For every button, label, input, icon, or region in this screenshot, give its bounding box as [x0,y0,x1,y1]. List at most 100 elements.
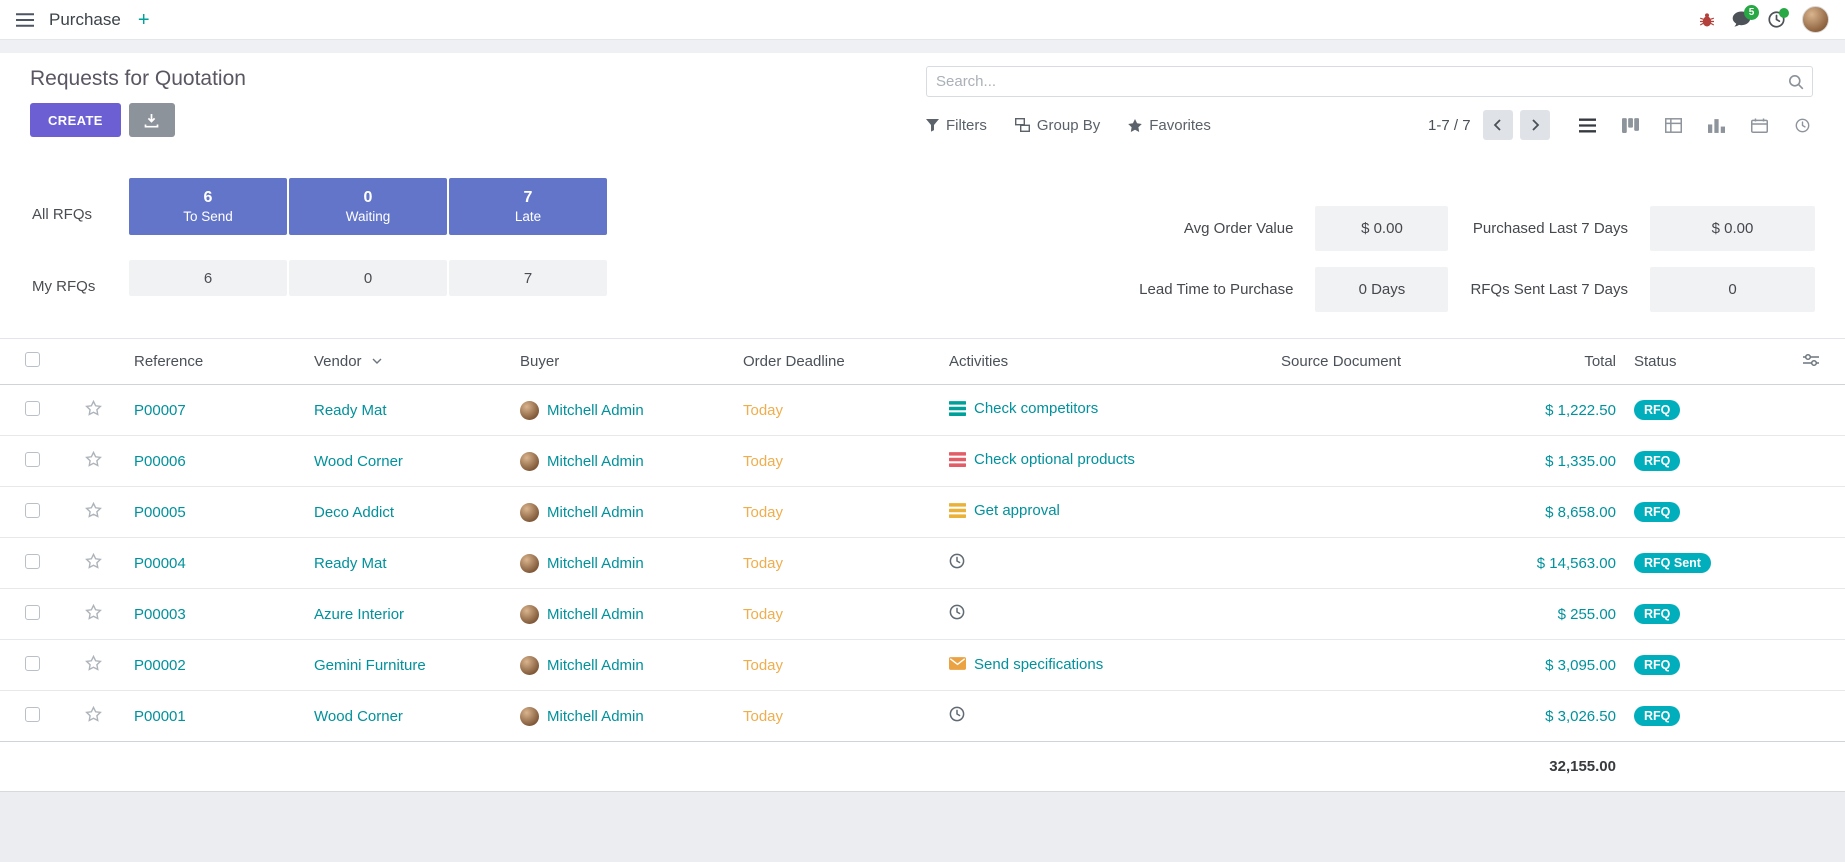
reference-link[interactable]: P00005 [134,504,186,521]
col-header-source-document[interactable]: Source Document [1269,339,1499,385]
col-header-activities[interactable]: Activities [937,339,1269,385]
to-send-card[interactable]: 6 To Send [129,178,287,235]
reference-link[interactable]: P00002 [134,657,186,674]
status-badge: RFQ [1634,400,1680,420]
row-checkbox[interactable] [25,656,40,671]
col-header-order-deadline[interactable]: Order Deadline [731,339,937,385]
buyer-link[interactable]: Mitchell Admin [547,606,644,623]
rfq-row[interactable]: P00005 Deco Addict Mitchell Admin Today … [0,487,1845,538]
col-header-buyer[interactable]: Buyer [508,339,731,385]
favorite-star-button[interactable] [85,502,102,518]
optional-columns-button[interactable] [1803,353,1819,370]
buyer-link[interactable]: Mitchell Admin [547,402,644,419]
activity-cell[interactable]: Get approval [949,502,1060,519]
favorite-star-button[interactable] [85,451,102,467]
control-panel-right: Filters Group By Favorites 1-7 / 7 [926,63,1813,140]
row-checkbox[interactable] [25,605,40,620]
col-header-total[interactable]: Total [1499,339,1622,385]
view-graph-button[interactable] [1705,114,1727,136]
pager-value: 1-7 / 7 [1428,117,1471,134]
row-checkbox[interactable] [25,401,40,416]
total-amount: $ 1,335.00 [1545,453,1616,470]
late-card[interactable]: 7 Late [449,178,607,235]
activity-label[interactable]: Send specifications [974,656,1103,673]
favorite-star-button[interactable] [85,400,102,416]
row-checkbox[interactable] [25,503,40,518]
reference-link[interactable]: P00004 [134,555,186,572]
view-activity-button[interactable] [1791,114,1813,136]
row-checkbox[interactable] [25,707,40,722]
my-waiting-count[interactable]: 0 [289,260,447,296]
row-checkbox[interactable] [25,452,40,467]
vendor-link[interactable]: Ready Mat [314,402,387,419]
activity-cell[interactable]: Check optional products [949,451,1135,468]
activity-cell[interactable]: Send specifications [949,656,1103,673]
reference-link[interactable]: P00003 [134,606,186,623]
activity-label[interactable]: Get approval [974,502,1060,519]
filters-button[interactable]: Filters [926,117,987,134]
buyer-link[interactable]: Mitchell Admin [547,453,644,470]
rfq-row[interactable]: P00001 Wood Corner Mitchell Admin Today [0,691,1845,742]
user-menu-button[interactable] [1802,6,1829,33]
view-list-button[interactable] [1576,114,1598,136]
vendor-link[interactable]: Ready Mat [314,555,387,572]
vendor-link[interactable]: Wood Corner [314,708,403,725]
col-header-status[interactable]: Status [1622,339,1782,385]
buyer-link[interactable]: Mitchell Admin [547,504,644,521]
activity-label[interactable]: Check competitors [974,400,1098,417]
view-kanban-button[interactable] [1619,114,1641,136]
waiting-card[interactable]: 0 Waiting [289,178,447,235]
vendor-link[interactable]: Gemini Furniture [314,657,426,674]
activity-cell[interactable] [949,553,974,568]
buyer-link[interactable]: Mitchell Admin [547,555,644,572]
rfq-row[interactable]: P00003 Azure Interior Mitchell Admin Tod… [0,589,1845,640]
activities-button[interactable] [1768,11,1785,28]
col-header-vendor[interactable]: Vendor [302,339,508,385]
my-to-send-count[interactable]: 6 [129,260,287,296]
debug-button[interactable] [1699,12,1715,28]
my-late-count[interactable]: 7 [449,260,607,296]
select-all-checkbox[interactable] [25,352,40,367]
rfq-row[interactable]: P00006 Wood Corner Mitchell Admin Today … [0,436,1845,487]
search-input[interactable] [926,66,1813,97]
favorites-button[interactable]: Favorites [1128,117,1211,134]
vendor-link[interactable]: Deco Addict [314,504,394,521]
vendor-link[interactable]: Azure Interior [314,606,404,623]
kpi-label-avg-order-value: Avg Order Value [1139,220,1293,237]
new-tab-plus[interactable]: + [138,10,150,30]
app-name[interactable]: Purchase [49,10,121,30]
activity-cell[interactable] [949,604,974,619]
view-pivot-button[interactable] [1662,114,1684,136]
table-header: Reference Vendor Buyer Order Deadline Ac… [0,339,1845,385]
search-icon[interactable] [1788,74,1804,90]
activity-cell[interactable] [949,706,974,721]
favorite-star-button[interactable] [85,706,102,722]
create-button[interactable]: CREATE [30,103,121,137]
order-deadline: Today [743,453,783,470]
rfq-row[interactable]: P00004 Ready Mat Mitchell Admin Today [0,538,1845,589]
buyer-link[interactable]: Mitchell Admin [547,657,644,674]
messages-button[interactable]: 5 [1732,11,1751,28]
row-checkbox[interactable] [25,554,40,569]
pager-previous-button[interactable] [1483,110,1513,140]
reference-link[interactable]: P00006 [134,453,186,470]
vendor-link[interactable]: Wood Corner [314,453,403,470]
pager-next-button[interactable] [1520,110,1550,140]
favorite-star-button[interactable] [85,553,102,569]
buyer-link[interactable]: Mitchell Admin [547,708,644,725]
rfq-table-body: P00007 Ready Mat Mitchell Admin Today Ch… [0,385,1845,742]
rfq-row[interactable]: P00002 Gemini Furniture Mitchell Admin T… [0,640,1845,691]
group-by-button[interactable]: Group By [1015,117,1100,134]
view-calendar-button[interactable] [1748,114,1770,136]
favorite-star-button[interactable] [85,604,102,620]
col-header-reference[interactable]: Reference [122,339,302,385]
export-button[interactable] [129,103,175,137]
apps-menu-button[interactable] [16,13,34,27]
reference-link[interactable]: P00001 [134,708,186,725]
activity-cell[interactable]: Check competitors [949,400,1098,417]
favorite-star-button[interactable] [85,655,102,671]
rfq-row[interactable]: P00007 Ready Mat Mitchell Admin Today Ch… [0,385,1845,436]
activity-label[interactable]: Check optional products [974,451,1135,468]
purchase-dashboard: All RFQs 6 To Send 0 Waiting 7 Late My R… [0,154,1845,338]
reference-link[interactable]: P00007 [134,402,186,419]
